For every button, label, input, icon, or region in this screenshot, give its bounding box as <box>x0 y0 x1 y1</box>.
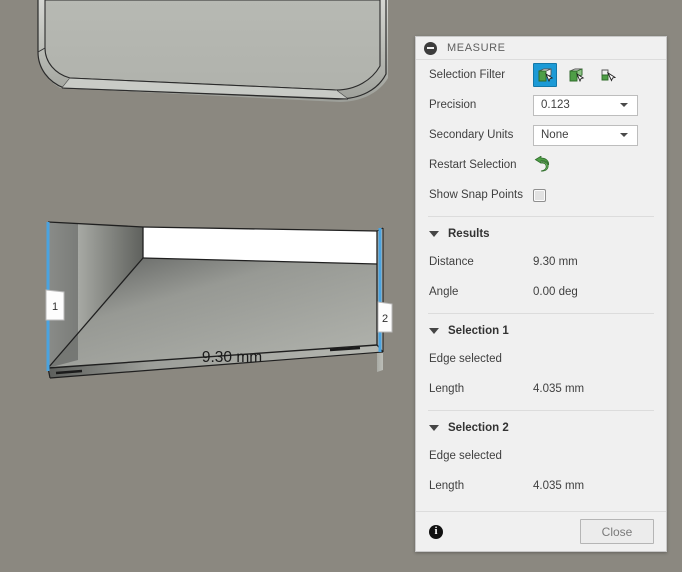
selection-1-status: Edge selected <box>429 353 502 365</box>
distance-label: Distance <box>429 256 474 268</box>
row-angle: Angle 0.00 deg <box>416 277 666 307</box>
panel-footer: i Close <box>416 511 666 551</box>
info-icon[interactable]: i <box>429 524 443 539</box>
edge-marker-1-label: 1 <box>52 301 58 313</box>
select-vertex-icon[interactable] <box>595 63 619 87</box>
selection-2-section-header[interactable]: Selection 2 <box>416 415 666 441</box>
selection-2-header-label: Selection 2 <box>448 422 509 434</box>
selection-1-length-label: Length <box>429 383 465 395</box>
secondary-units-label: Secondary Units <box>429 129 514 141</box>
show-snap-points-checkbox[interactable] <box>533 188 546 202</box>
row-selection-2-length: Length 4.035 mm <box>416 471 666 501</box>
divider <box>428 410 654 411</box>
row-secondary-units: Secondary Units None <box>416 120 666 150</box>
row-restart-selection: Restart Selection <box>416 150 666 180</box>
angle-label: Angle <box>429 286 459 298</box>
row-selection-filter: Selection Filter <box>416 60 666 90</box>
precision-value: 0.123 <box>541 99 570 111</box>
model-upper-part <box>37 0 388 102</box>
chevron-down-icon <box>620 103 628 107</box>
row-selection-1-status: Edge selected <box>416 344 666 374</box>
panel-body: Selection Filter Precision 0.123 Seconda… <box>416 60 666 501</box>
divider <box>428 216 654 217</box>
precision-dropdown[interactable]: 0.123 <box>533 94 638 116</box>
chevron-down-icon <box>620 133 628 137</box>
close-button[interactable]: Close <box>580 519 654 544</box>
edge-marker-1-flag: 1 <box>45 289 65 321</box>
edge-marker-2-label: 2 <box>382 313 388 325</box>
edge-marker-2-flag: 2 <box>377 301 393 333</box>
measure-panel: MEASURE Selection Filter Precision 0.123… <box>415 36 667 552</box>
app-root: 1 2 9.30 mm MEASURE Selection Filter Pre… <box>0 0 682 572</box>
selection-2-length-label: Length <box>429 480 465 492</box>
divider <box>428 313 654 314</box>
chevron-down-icon <box>429 231 439 237</box>
show-snap-points-label: Show Snap Points <box>429 189 523 201</box>
panel-title: MEASURE <box>447 42 506 54</box>
selection-filter-label: Selection Filter <box>429 69 506 81</box>
row-selection-2-status: Edge selected <box>416 441 666 471</box>
row-show-snap-points: Show Snap Points <box>416 180 666 210</box>
selection-2-length-value: 4.035 mm <box>533 480 585 492</box>
selection-1-length-value: 4.035 mm <box>533 383 585 395</box>
restart-selection-label: Restart Selection <box>429 159 517 171</box>
results-section-header[interactable]: Results <box>416 221 666 247</box>
row-selection-1-length: Length 4.035 mm <box>416 374 666 404</box>
panel-header[interactable]: MEASURE <box>416 37 666 60</box>
chevron-down-icon <box>429 328 439 334</box>
selection-2-status: Edge selected <box>429 450 502 462</box>
select-face-icon[interactable] <box>533 63 557 87</box>
chevron-down-icon <box>429 425 439 431</box>
results-header-label: Results <box>448 228 490 240</box>
secondary-units-dropdown[interactable]: None <box>533 124 638 146</box>
distance-value: 9.30 mm <box>533 256 578 268</box>
selection-filter-group <box>533 63 619 87</box>
minus-circle-icon[interactable] <box>424 41 437 55</box>
select-body-icon[interactable] <box>564 63 588 87</box>
row-distance: Distance 9.30 mm <box>416 247 666 277</box>
dimension-label[interactable]: 9.30 mm <box>202 349 262 366</box>
row-precision: Precision 0.123 <box>416 90 666 120</box>
selection-1-section-header[interactable]: Selection 1 <box>416 318 666 344</box>
secondary-units-value: None <box>541 129 569 141</box>
restart-arrow-icon[interactable] <box>533 154 551 175</box>
angle-value: 0.00 deg <box>533 286 578 298</box>
selection-1-header-label: Selection 1 <box>448 325 509 337</box>
precision-label: Precision <box>429 99 477 111</box>
